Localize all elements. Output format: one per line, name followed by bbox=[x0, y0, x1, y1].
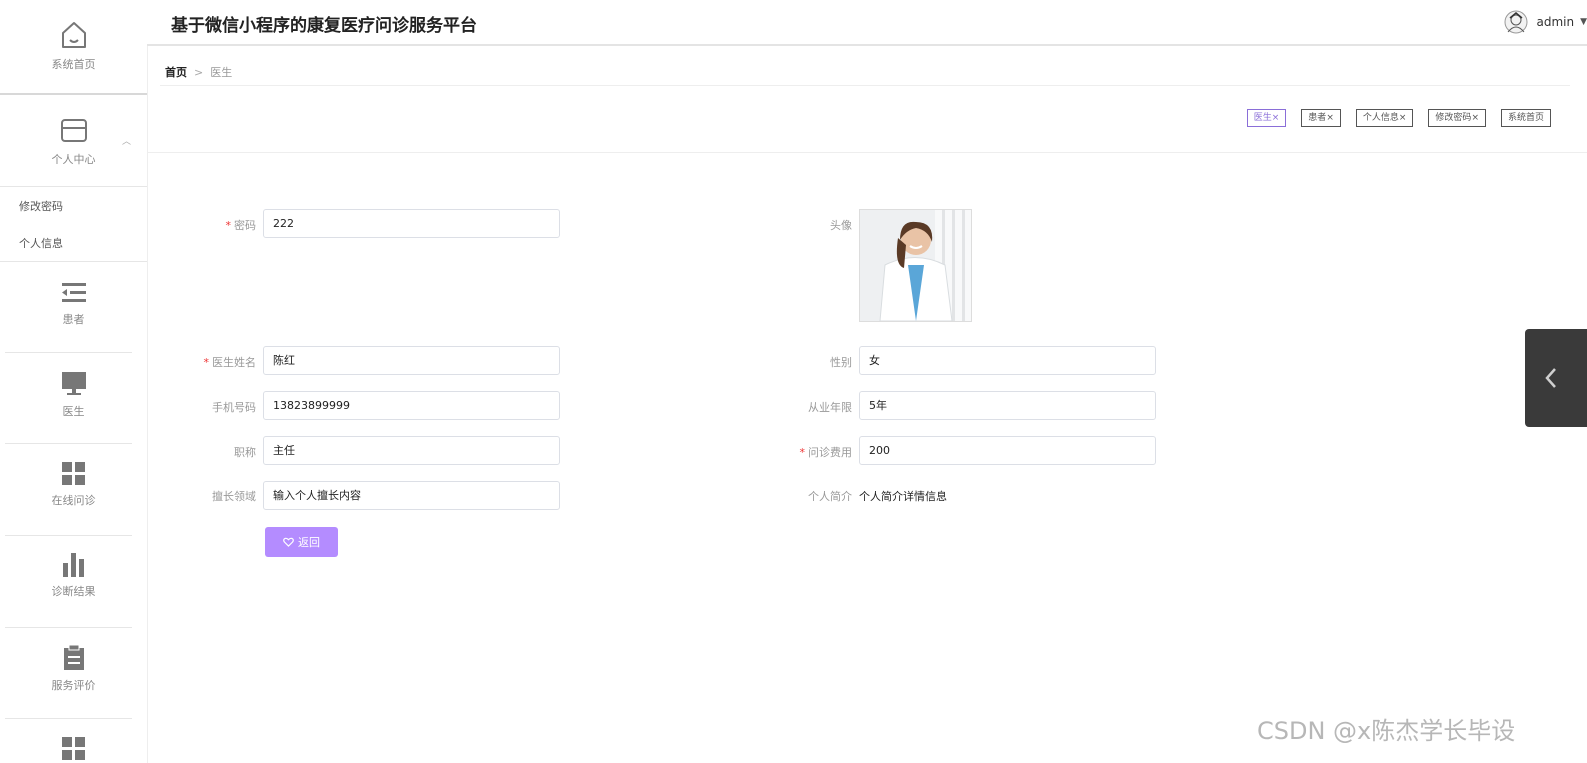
specialty-field[interactable]: 输入个人擅长内容 bbox=[263, 481, 560, 510]
home-icon bbox=[61, 22, 86, 48]
grid-icon bbox=[61, 462, 85, 485]
doctor-name-label: * 医生姓名 bbox=[203, 356, 257, 369]
tag-label: 患者 bbox=[1308, 113, 1327, 123]
required-mark: * bbox=[203, 356, 210, 369]
years-label: 从业年限 bbox=[808, 401, 852, 414]
sidebar-item-label: 个人中心 bbox=[51, 153, 96, 166]
divider bbox=[5, 627, 132, 628]
intro-value: 个人简介详情信息 bbox=[859, 490, 947, 503]
tag-label: 修改密码 bbox=[1435, 113, 1472, 123]
tag-home[interactable]: 系统首页 bbox=[1500, 109, 1551, 127]
sidebar-item-more[interactable] bbox=[0, 737, 147, 763]
tag-personal-info[interactable]: 个人信息× bbox=[1355, 109, 1414, 127]
sidebar-item-patients[interactable]: 患者 bbox=[0, 281, 147, 327]
sidebar-item-label: 服务评价 bbox=[51, 679, 96, 692]
divider bbox=[5, 535, 132, 536]
sidebar-item-label: 在线问诊 bbox=[51, 494, 96, 507]
years-field[interactable]: 5年 bbox=[859, 391, 1156, 420]
tag-label: 系统首页 bbox=[1507, 113, 1544, 123]
top-header: 基于微信小程序的康复医疗问诊服务平台 admin ▼ bbox=[147, 0, 1587, 46]
back-button[interactable]: 返回 bbox=[265, 527, 338, 557]
clipboard-icon bbox=[63, 645, 84, 670]
required-mark: * bbox=[225, 219, 232, 232]
back-button-label: 返回 bbox=[298, 537, 320, 549]
gender-field[interactable]: 女 bbox=[859, 346, 1156, 375]
tag-doctors[interactable]: 医生× bbox=[1246, 109, 1287, 127]
phone-label: 手机号码 bbox=[212, 401, 256, 414]
sidebar-subitem-personal-info[interactable]: 个人信息 bbox=[19, 235, 63, 251]
monitor-icon bbox=[61, 372, 86, 395]
avatar-label: 头像 bbox=[830, 219, 852, 232]
bar-chart-icon bbox=[62, 553, 84, 577]
phone-field[interactable]: 13823899999 bbox=[263, 391, 560, 420]
chevron-left-icon bbox=[1545, 368, 1556, 388]
sidebar-item-label: 医生 bbox=[62, 405, 85, 418]
card-icon bbox=[60, 119, 87, 142]
app-title: 基于微信小程序的康复医疗问诊服务平台 bbox=[171, 16, 477, 36]
sidebar-item-label: 诊断结果 bbox=[51, 585, 96, 598]
breadcrumb-separator: > bbox=[194, 66, 204, 79]
divider bbox=[160, 85, 1570, 86]
breadcrumb: 首页 > 医生 bbox=[165, 64, 232, 80]
password-field[interactable]: 222 bbox=[263, 209, 560, 238]
password-label: * 密码 bbox=[225, 219, 257, 232]
tag-patients[interactable]: 患者× bbox=[1301, 109, 1341, 127]
gender-label: 性别 bbox=[830, 356, 852, 369]
divider bbox=[147, 152, 1587, 153]
caret-down-icon: ▼ bbox=[1580, 17, 1587, 27]
title-label: 职称 bbox=[234, 446, 256, 459]
list-icon bbox=[61, 283, 86, 302]
watermark: CSDN @x陈杰学长毕设 bbox=[1257, 717, 1516, 745]
tag-label: 医生 bbox=[1253, 113, 1272, 123]
breadcrumb-current: 医生 bbox=[210, 66, 233, 79]
sidebar-item-label: 系统首页 bbox=[51, 58, 96, 71]
required-mark: * bbox=[799, 446, 806, 459]
user-menu[interactable]: admin ▼ bbox=[1504, 10, 1587, 34]
sidebar-item-online-consult[interactable]: 在线问诊 bbox=[0, 462, 147, 508]
close-icon[interactable]: × bbox=[1326, 113, 1334, 123]
specialty-label: 擅长领域 bbox=[212, 490, 256, 503]
divider bbox=[5, 718, 132, 719]
doctor-avatar-image[interactable] bbox=[859, 209, 972, 322]
divider bbox=[0, 261, 147, 262]
avatar bbox=[1504, 10, 1528, 34]
collapse-panel-toggle[interactable] bbox=[1525, 329, 1587, 427]
title-field[interactable]: 主任 bbox=[263, 436, 560, 465]
tag-label: 个人信息 bbox=[1362, 113, 1399, 123]
close-icon[interactable]: × bbox=[1399, 113, 1407, 123]
chevron-up-icon[interactable]: ︿ bbox=[122, 134, 131, 147]
close-icon[interactable]: × bbox=[1272, 113, 1280, 123]
doctor-name-field[interactable]: 陈红 bbox=[263, 346, 560, 375]
tag-change-password[interactable]: 修改密码× bbox=[1428, 109, 1486, 127]
sidebar-item-diagnosis-results[interactable]: 诊断结果 bbox=[0, 553, 147, 599]
sidebar-item-doctors[interactable]: 医生 bbox=[0, 371, 147, 419]
user-name: admin bbox=[1536, 15, 1575, 29]
divider bbox=[0, 186, 147, 187]
sidebar-item-home[interactable]: 系统首页 bbox=[0, 20, 147, 72]
intro-label: 个人简介 bbox=[808, 490, 852, 503]
breadcrumb-home[interactable]: 首页 bbox=[165, 66, 187, 79]
close-icon[interactable]: × bbox=[1471, 113, 1479, 123]
sidebar: 系统首页 个人中心 ︿ 修改密码 个人信息 患者 医生 在线问诊 诊断结果 服务… bbox=[0, 0, 148, 763]
divider bbox=[5, 443, 132, 444]
sidebar-item-label: 患者 bbox=[62, 313, 85, 326]
divider bbox=[5, 352, 132, 353]
sidebar-item-service-reviews[interactable]: 服务评价 bbox=[0, 645, 147, 693]
sidebar-subitem-change-password[interactable]: 修改密码 bbox=[19, 198, 63, 214]
divider bbox=[0, 93, 147, 95]
tags-view: 医生× 患者× 个人信息× 修改密码× 系统首页 bbox=[1246, 109, 1551, 127]
heart-icon bbox=[283, 537, 294, 547]
fee-label: * 问诊费用 bbox=[799, 446, 853, 459]
fee-field[interactable]: 200 bbox=[859, 436, 1156, 465]
grid-icon bbox=[61, 737, 85, 760]
